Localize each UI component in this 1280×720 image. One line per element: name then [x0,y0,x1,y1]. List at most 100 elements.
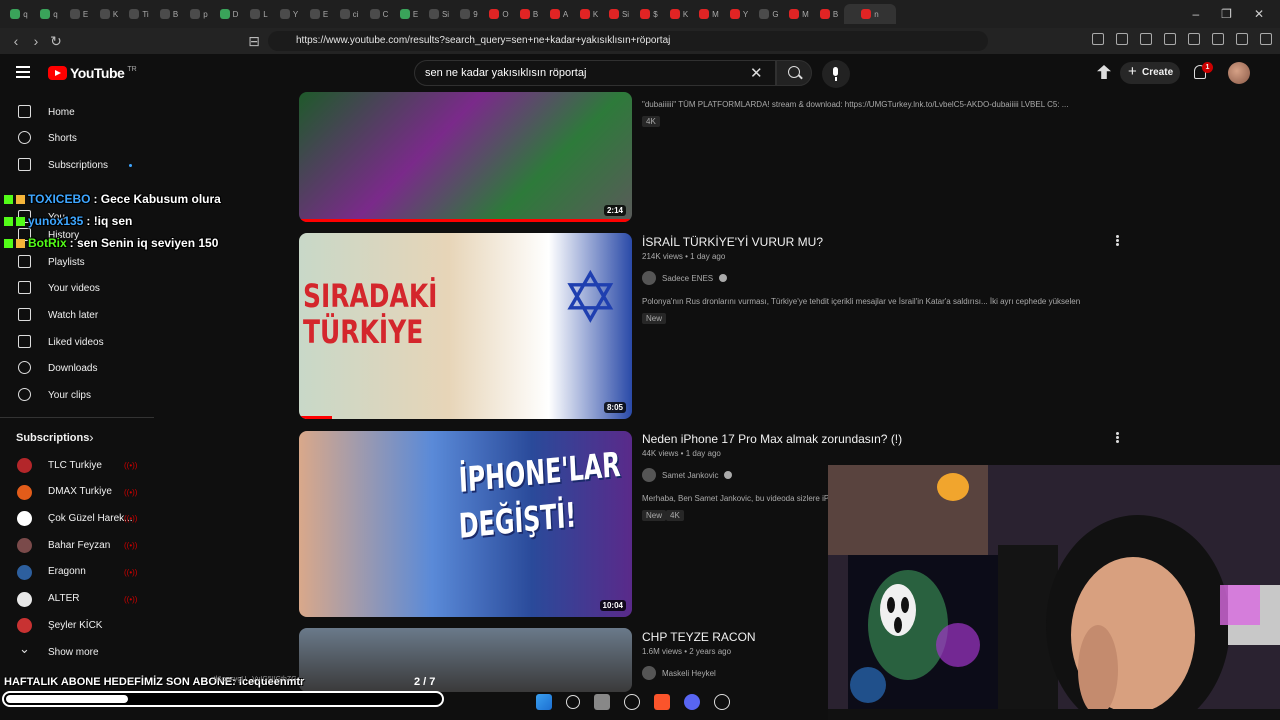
browser-tab[interactable]: E [64,4,94,24]
subscription-channel[interactable]: Çok Güzel Harek... ((•)) [0,505,154,531]
hamburger-menu-icon[interactable] [16,66,30,78]
browser-tab[interactable]: K [94,4,124,24]
back-icon[interactable]: ‹ [6,33,26,49]
browser-tab[interactable]: K [664,4,694,24]
account-avatar[interactable] [1228,62,1250,84]
browser-tab[interactable]: q [34,4,64,24]
sidebar-item-watch-later[interactable]: Watch later [0,302,154,328]
browser-tab[interactable]: Y [724,4,754,24]
video-thumbnail[interactable]: İPHONE'LAR DEĞİŞTİ! 10:04 [299,431,632,617]
browser-tab[interactable]: B [154,4,184,24]
close-window-button[interactable]: ✕ [1254,7,1264,21]
obs-icon[interactable] [714,694,730,710]
voice-search-button[interactable] [822,60,850,88]
video-title[interactable]: İSRAİL TÜRKİYE'Yİ VURUR MU? [642,235,823,249]
browser-tab[interactable]: Ti [124,4,154,24]
youtube-logo[interactable]: YouTube TR [48,65,137,81]
video-thumbnail[interactable]: SIRADAKİ TÜRKİYE ✡ 8:05 [299,233,632,419]
search-taskbar-icon[interactable] [566,695,580,709]
video-thumbnail[interactable] [299,628,632,692]
browser-tab[interactable]: $ [634,4,664,24]
sidebar-item-subscriptions[interactable]: Subscriptions [0,152,154,178]
upload-icon[interactable] [1097,65,1111,79]
channel-link[interactable]: Sadece ENES [642,271,728,285]
downloads-icon [18,361,31,374]
browser-tab[interactable]: ci [334,4,364,24]
channel-avatar [642,468,656,482]
create-button[interactable]: Create [1120,61,1180,84]
video-thumbnail[interactable]: 2:14 [299,92,632,222]
browser-tab[interactable]: L [244,4,274,24]
more-actions-icon[interactable] [1116,432,1119,435]
sidebar-item-your-videos[interactable]: Your videos [0,275,154,301]
task-view-icon[interactable] [594,694,610,710]
extension-icon[interactable] [1236,33,1248,45]
bookmark-icon[interactable]: ⊟ [244,33,264,50]
browser-tab[interactable]: p [184,4,214,24]
more-actions-icon[interactable] [1116,235,1119,238]
subscription-channel[interactable]: DMAX Turkiye ((•)) [0,479,154,505]
browser-tab[interactable]: K [574,4,604,24]
browser-tab[interactable]: Si [424,4,454,24]
subscription-channel[interactable]: Şeyler KİCK [0,612,154,638]
show-more-button[interactable]: ⌄ Show more [0,639,154,665]
browser-tab[interactable]: O [484,4,514,24]
browser-tab[interactable]: A [544,4,574,24]
chatgpt-icon[interactable] [624,694,640,710]
restore-button[interactable]: ❐ [1221,7,1232,21]
browser-tab[interactable]: E [304,4,334,24]
subscriptions-heading[interactable]: Subscriptions [16,432,89,444]
sidebar-item-shorts[interactable]: Shorts [0,125,154,151]
channel-name: Çok Güzel Harek... [48,512,133,524]
clear-search-icon[interactable]: ✕ [750,64,763,82]
windows-start-icon[interactable] [536,694,552,710]
browser-tab[interactable]: M [784,4,814,24]
subscription-channel[interactable]: Eragonn ((•)) [0,559,154,585]
address-bar[interactable]: https://www.youtube.com/results?search_q… [268,31,988,51]
browser-tab[interactable]: q [4,4,34,24]
subscription-channel[interactable]: ALTER ((•)) [0,586,154,612]
star-of-david-icon: ✡ [561,259,620,337]
extension-icon[interactable] [1188,33,1200,45]
browser-tab[interactable]: 9 [454,4,484,24]
browser-tab[interactable]: n [844,4,896,24]
channel-link[interactable]: Samet Jankovic [642,468,733,482]
chat-message: TOXICEBO: Gece Kabusum olura [4,192,221,206]
extension-icon[interactable] [1116,33,1128,45]
sidebar-item-home[interactable]: Home [0,99,154,125]
discord-icon[interactable] [684,694,700,710]
browser-tab[interactable]: E [394,4,424,24]
subscription-channel[interactable]: TLC Turkiye ((•)) [0,452,154,478]
browser-tab[interactable]: B [514,4,544,24]
forward-icon[interactable]: › [26,33,46,49]
browser-tab[interactable]: G [754,4,784,24]
extension-icon[interactable] [1212,33,1224,45]
video-title[interactable]: CHP TEYZE RACON [642,630,756,644]
chevron-down-icon: ⌄ [19,641,30,656]
subscription-channel[interactable]: Bahar Feyzan ((•)) [0,532,154,558]
sidebar-item-playlists[interactable]: Playlists [0,249,154,275]
browser-tab[interactable]: Y [274,4,304,24]
browser-tab[interactable]: M [694,4,724,24]
browser-tab[interactable]: B [814,4,844,24]
channel-link[interactable]: Maskeli Heykel [642,666,716,680]
chevron-right-icon[interactable]: › [89,429,94,445]
extension-icon[interactable] [1092,33,1104,45]
minimize-button[interactable]: – [1192,7,1199,21]
search-button[interactable] [776,60,812,86]
reload-icon[interactable]: ↻ [46,33,66,50]
extension-icon[interactable] [1164,33,1176,45]
sidebar-item-downloads[interactable]: Downloads [0,355,154,381]
browser-tab[interactable]: Si [604,4,634,24]
sidebar-item-your-clips[interactable]: Your clips [0,382,154,408]
channel-name: Samet Jankovic [662,470,719,480]
sidebar-item-liked-videos[interactable]: Liked videos [0,329,154,355]
menu-icon[interactable] [1260,33,1272,45]
browser-tab[interactable]: C [364,4,394,24]
extension-icon[interactable] [1140,33,1152,45]
brave-browser-icon[interactable] [654,694,670,710]
search-input[interactable]: sen ne kadar yakısıklısın röportaj [414,60,776,86]
browser-tab[interactable]: D [214,4,244,24]
video-title[interactable]: Neden iPhone 17 Pro Max almak zorundasın… [642,432,902,446]
sidebar-item-label: Watch later [48,309,99,321]
